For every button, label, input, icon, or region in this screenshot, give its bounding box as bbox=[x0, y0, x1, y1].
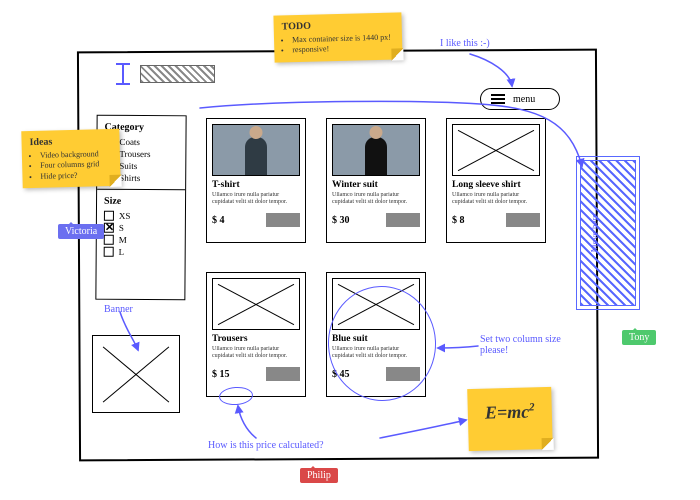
menu-button[interactable]: menu bbox=[480, 88, 560, 110]
product-blurb: Ullamco irure nulla pariatur cupidatat v… bbox=[212, 192, 300, 210]
add-button[interactable] bbox=[386, 213, 420, 227]
product-title: Winter suit bbox=[332, 180, 420, 190]
peer-philip[interactable]: Philip bbox=[300, 468, 338, 483]
annotation-price-q: How is this price calculated? bbox=[208, 440, 328, 451]
todo-sticky[interactable]: TODO Max container size is 1440 px! resp… bbox=[273, 12, 402, 62]
filter-option[interactable]: L bbox=[104, 247, 178, 258]
checkbox-icon[interactable] bbox=[104, 223, 114, 233]
image-placeholder-icon bbox=[212, 278, 300, 330]
product-title: Long sleeve shirt bbox=[452, 180, 540, 190]
filter-option[interactable]: M bbox=[104, 235, 178, 246]
product-card[interactable]: T-shirt Ullamco irure nulla pariatur cup… bbox=[206, 118, 306, 243]
annotation-twocol: Set two column size please! bbox=[480, 334, 570, 356]
move-target-zone[interactable]: Move here bbox=[580, 160, 636, 306]
todo-title: TODO bbox=[282, 19, 394, 33]
product-card[interactable]: Winter suit Ullamco irure nulla pariatur… bbox=[326, 118, 426, 243]
filter-label: Suits bbox=[119, 161, 137, 171]
text-cursor-icon bbox=[116, 63, 130, 85]
checkbox-icon[interactable] bbox=[104, 247, 114, 257]
product-blurb: Ullamco irure nulla pariatur cupidatat v… bbox=[452, 192, 540, 210]
filter-label: XS bbox=[119, 211, 131, 221]
filter-label: L bbox=[119, 247, 125, 257]
filter-label: M bbox=[119, 235, 127, 245]
peer-tony[interactable]: Tony bbox=[622, 330, 656, 345]
image-placeholder-icon bbox=[452, 124, 540, 176]
annotation-banner: Banner bbox=[104, 304, 133, 315]
checkbox-icon[interactable] bbox=[104, 211, 114, 221]
filter-label: Coats bbox=[119, 137, 140, 147]
product-title: Trousers bbox=[212, 334, 300, 344]
product-image bbox=[212, 124, 300, 176]
product-price: $ 30 bbox=[332, 215, 350, 226]
add-button[interactable] bbox=[266, 213, 300, 227]
filter-label: S bbox=[119, 223, 124, 233]
product-card[interactable]: Trousers Ullamco irure nulla pariatur cu… bbox=[206, 272, 306, 397]
size-heading: Size bbox=[104, 196, 178, 208]
filter-label: Shirts bbox=[119, 173, 140, 183]
move-label: Move here bbox=[589, 214, 599, 253]
hamburger-icon bbox=[491, 94, 505, 104]
product-card[interactable]: Long sleeve shirt Ullamco irure nulla pa… bbox=[446, 118, 546, 243]
ideas-title: Ideas bbox=[29, 135, 111, 148]
todo-item: responsive! bbox=[292, 43, 394, 56]
product-blurb: Ullamco irure nulla pariatur cupidatat v… bbox=[332, 192, 420, 210]
product-price: $ 8 bbox=[452, 215, 465, 226]
add-button[interactable] bbox=[506, 213, 540, 227]
formula-sticky[interactable]: E=mc2 bbox=[467, 387, 553, 451]
menu-label: menu bbox=[513, 94, 535, 105]
product-price: $ 4 bbox=[212, 215, 225, 226]
banner-placeholder[interactable] bbox=[92, 335, 180, 413]
filter-option[interactable]: XS bbox=[104, 211, 178, 222]
product-image bbox=[332, 124, 420, 176]
peer-victoria[interactable]: Victoria bbox=[58, 224, 104, 239]
header-placeholder[interactable] bbox=[140, 65, 215, 83]
filter-label: Trousers bbox=[119, 149, 150, 159]
add-button[interactable] bbox=[266, 367, 300, 381]
checkbox-icon[interactable] bbox=[104, 235, 114, 245]
ideas-sticky[interactable]: Ideas Video background Four columns grid… bbox=[21, 129, 120, 189]
product-title: T-shirt bbox=[212, 180, 300, 190]
formula-text: E=mc2 bbox=[485, 401, 535, 422]
filter-option[interactable]: S bbox=[104, 223, 178, 234]
ideas-item: Hide price? bbox=[40, 170, 112, 182]
product-price: $ 15 bbox=[212, 369, 230, 380]
annotation-like: I like this :-) bbox=[440, 38, 490, 49]
product-blurb: Ullamco irure nulla pariatur cupidatat v… bbox=[212, 346, 300, 364]
